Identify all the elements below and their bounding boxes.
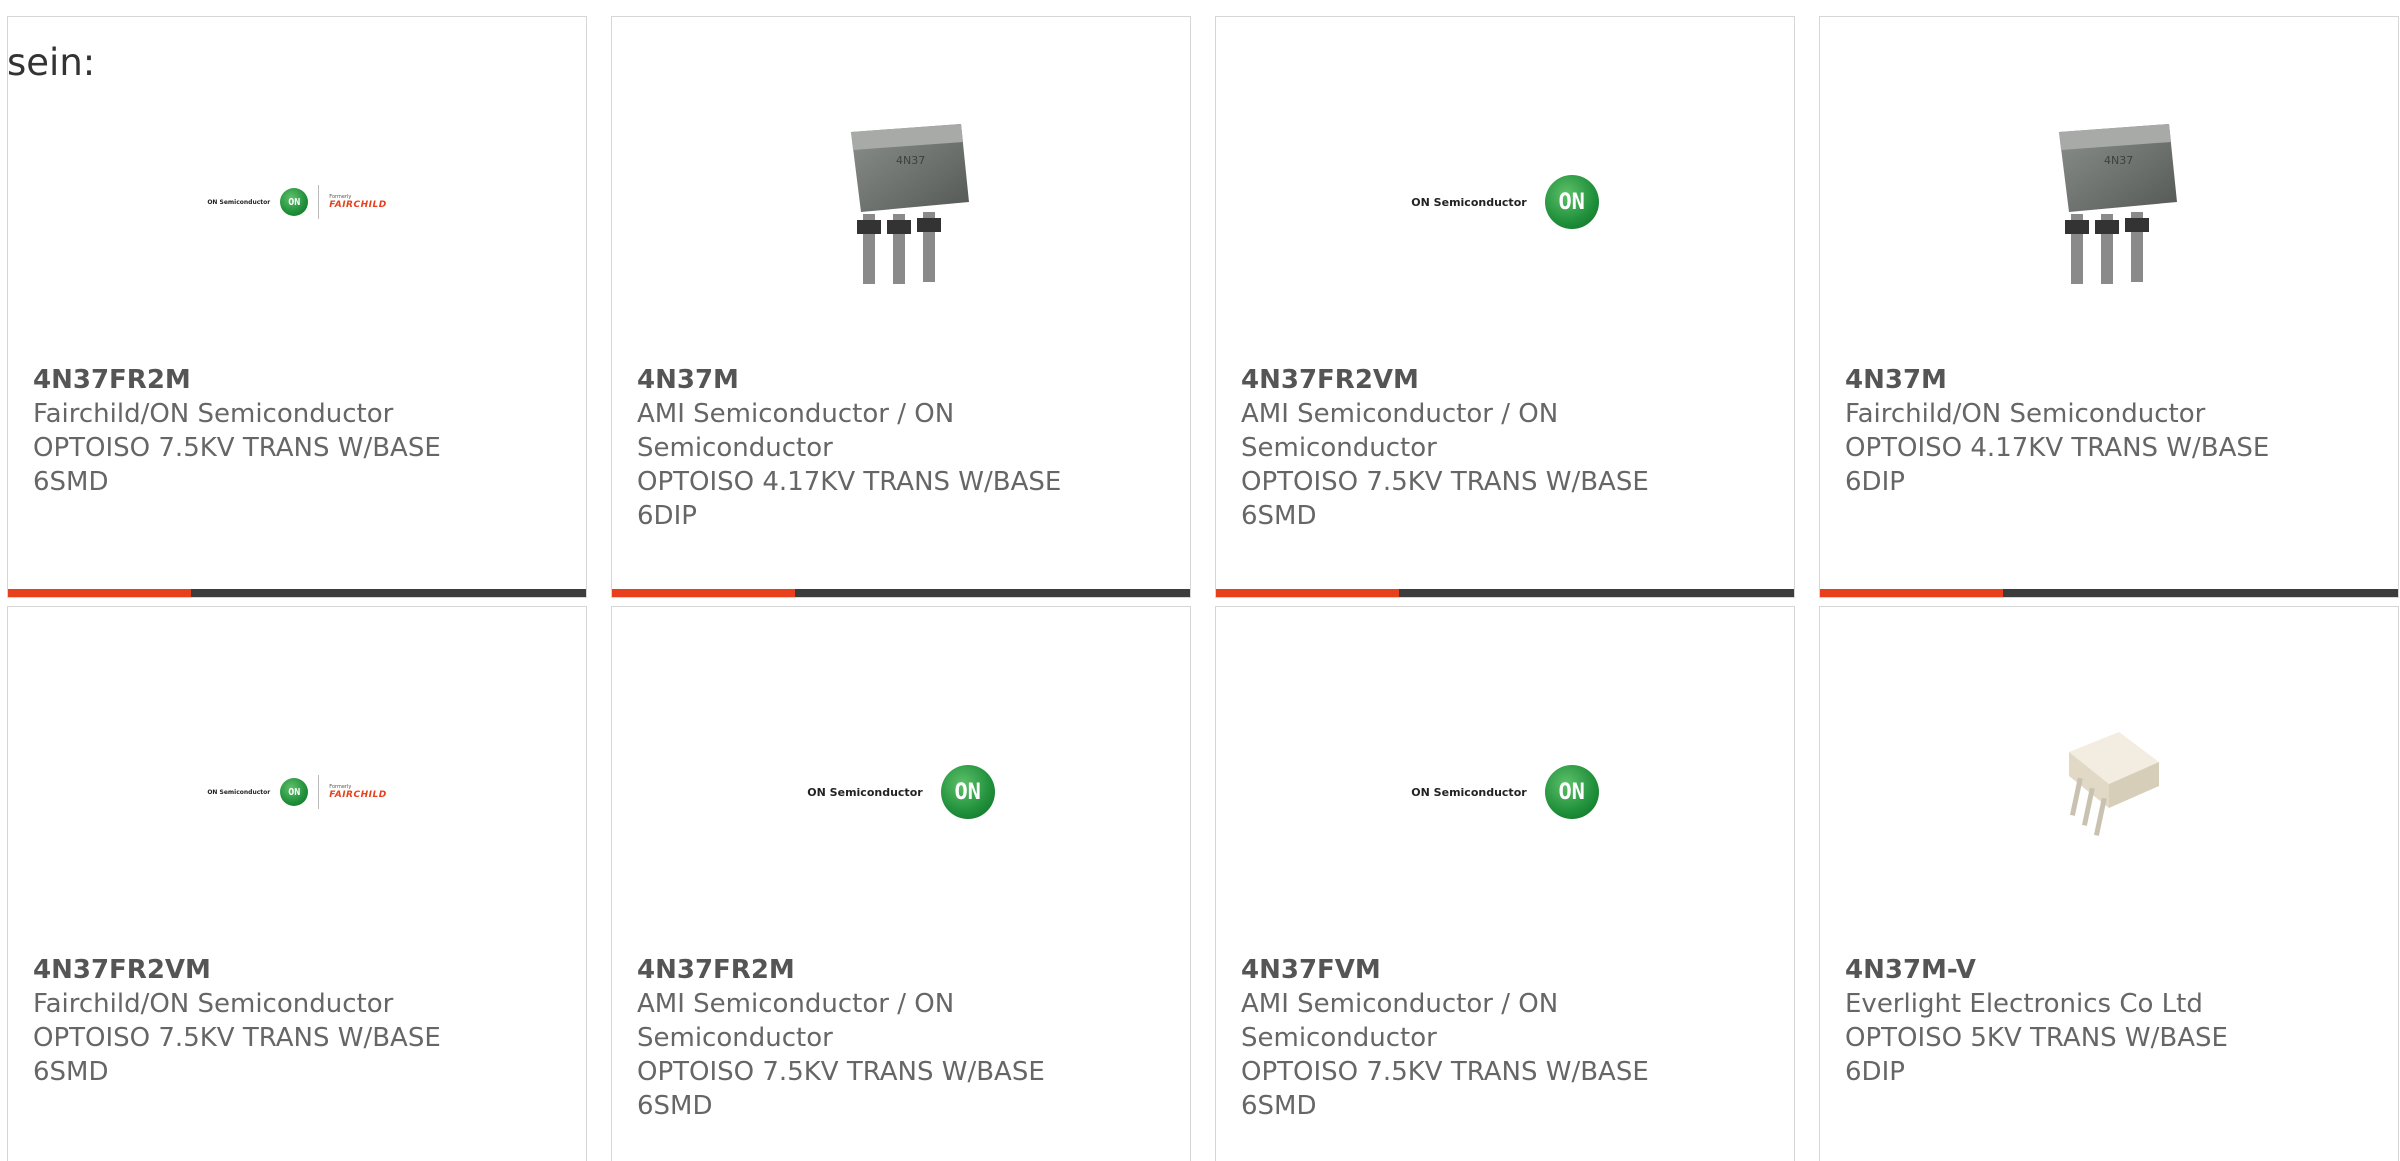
dip-package-photo: 4N37 — [851, 124, 969, 284]
product-card[interactable]: 4N37M-V Everlight Electronics Co Ltd OPTOI… — [1819, 606, 2399, 1161]
product-detail-line: Semiconductor — [1241, 433, 1437, 463]
part-number[interactable]: 4N37M — [637, 363, 1107, 397]
product-detail-line: 6DIP — [1845, 1057, 1905, 1087]
product-detail-line: AMI Semiconductor / ON — [637, 989, 955, 1019]
product-detail-line: AMI Semiconductor / ON — [1241, 399, 1559, 429]
product-detail-line: 6SMD — [33, 1057, 109, 1087]
product-detail-line: 6SMD — [33, 467, 109, 497]
card-bottom-bar — [8, 589, 586, 597]
onsemi-fairchild-logo: ON Semiconductor ON Formerly FAIRCHILD — [207, 185, 386, 219]
product-info: 4N37FR2VM Fairchild/ON Semiconductor OPTOI… — [33, 953, 503, 1089]
product-detail-line: OPTOISO 7.5KV TRANS W/BASE — [33, 1023, 441, 1053]
on-logo-icon: ON — [940, 765, 995, 819]
partial-heading: sein: — [7, 41, 96, 84]
product-info: 4N37FVM AMI Semiconductor / ON Semiconduct… — [1241, 953, 1711, 1123]
card-accent-bar — [8, 589, 191, 597]
product-card[interactable]: ON Semiconductor ON Formerly FAIRCHILD 4N37F… — [7, 16, 587, 598]
product-detail-line: 6DIP — [637, 501, 697, 531]
product-detail-line: 6DIP — [1845, 467, 1905, 497]
product-grid-page: sein: ON Semiconductor ON Formerly FAIRCHIL… — [0, 0, 2400, 1161]
product-card[interactable]: 4N37 4N37M AMI Semiconductor / ON Semicondu… — [611, 16, 1191, 598]
onsemi-logo: ON Semiconductor ON — [1411, 175, 1599, 229]
card-accent-bar — [1820, 589, 2003, 597]
dip-package-photo: 4N37 — [2059, 124, 2177, 284]
product-info: 4N37M-V Everlight Electronics Co Ltd OPTOI… — [1845, 953, 2315, 1089]
card-accent-bar — [1216, 589, 1399, 597]
product-detail-line: Semiconductor — [637, 433, 833, 463]
onsemi-logo: ON Semiconductor ON — [807, 765, 995, 819]
product-detail-line: OPTOISO 7.5KV TRANS W/BASE — [637, 1057, 1045, 1087]
product-image[interactable]: ON Semiconductor ON Formerly FAIRCHILD — [8, 77, 586, 327]
part-number[interactable]: 4N37FR2VM — [33, 953, 503, 987]
chip-marking: 4N37 — [896, 154, 925, 167]
card-bottom-bar — [1216, 589, 1794, 597]
product-image[interactable]: ON Semiconductor ON — [1216, 77, 1794, 327]
product-image[interactable] — [1820, 667, 2398, 917]
chip-marking: 4N37 — [2104, 154, 2133, 167]
fairchild-wordmark: FAIRCHILD — [329, 200, 387, 210]
product-detail-line: OPTOISO 7.5KV TRANS W/BASE — [1241, 1057, 1649, 1087]
on-logo-icon: ON — [1544, 175, 1599, 229]
product-image[interactable]: 4N37 — [1820, 77, 2398, 327]
product-image[interactable]: ON Semiconductor ON — [612, 667, 1190, 917]
product-detail-line: OPTOISO 7.5KV TRANS W/BASE — [33, 433, 441, 463]
part-number[interactable]: 4N37FR2M — [637, 953, 1107, 987]
product-detail-line: Fairchild/ON Semiconductor — [33, 989, 394, 1019]
product-detail-line: Semiconductor — [637, 1023, 833, 1053]
part-number[interactable]: 4N37M-V — [1845, 953, 2315, 987]
product-card[interactable]: ON Semiconductor ON Formerly FAIRCHILD 4N37F… — [7, 606, 587, 1161]
part-number[interactable]: 4N37M — [1845, 363, 2315, 397]
product-card[interactable]: 4N37 4N37M Fairchild/ON Semiconductor OPTOI… — [1819, 16, 2399, 598]
onsemi-wordmark: ON Semiconductor — [1411, 195, 1527, 209]
product-detail-line: AMI Semiconductor / ON — [1241, 989, 1559, 1019]
product-info: 4N37FR2VM AMI Semiconductor / ON Semicondu… — [1241, 363, 1711, 533]
card-bottom-bar — [1820, 589, 2398, 597]
product-detail-line: OPTOISO 4.17KV TRANS W/BASE — [1845, 433, 2270, 463]
product-detail-line: 6SMD — [637, 1091, 713, 1121]
onsemi-wordmark: ON Semiconductor — [807, 785, 923, 799]
product-image[interactable]: ON Semiconductor ON — [1216, 667, 1794, 917]
logo-divider — [318, 775, 320, 809]
onsemi-wordmark: ON Semiconductor — [207, 198, 271, 206]
product-card[interactable]: ON Semiconductor ON 4N37FR2M AMI Semiconduc… — [611, 606, 1191, 1161]
fairchild-logo: Formerly FAIRCHILD — [329, 784, 386, 800]
on-logo-icon: ON — [1544, 765, 1599, 819]
product-image[interactable]: 4N37 — [612, 77, 1190, 327]
part-number[interactable]: 4N37FVM — [1241, 953, 1711, 987]
product-detail-line: Semiconductor — [1241, 1023, 1437, 1053]
card-accent-bar — [612, 589, 795, 597]
product-info: 4N37FR2M AMI Semiconductor / ON Semiconduc… — [637, 953, 1107, 1123]
white-dip-package-photo — [2069, 732, 2159, 836]
product-info: 4N37M AMI Semiconductor / ON Semiconductor… — [637, 363, 1107, 533]
product-detail-line: OPTOISO 5KV TRANS W/BASE — [1845, 1023, 2228, 1053]
product-detail-line: Fairchild/ON Semiconductor — [1845, 399, 2206, 429]
product-image[interactable]: ON Semiconductor ON Formerly FAIRCHILD — [8, 667, 586, 917]
fairchild-logo: Formerly FAIRCHILD — [329, 194, 386, 210]
product-detail-line: 6SMD — [1241, 1091, 1317, 1121]
product-card[interactable]: ON Semiconductor ON 4N37FVM AMI Semiconduct… — [1215, 606, 1795, 1161]
product-info: 4N37FR2M Fairchild/ON Semiconductor OPTOIS… — [33, 363, 503, 499]
onsemi-fairchild-logo: ON Semiconductor ON Formerly FAIRCHILD — [207, 775, 386, 809]
fairchild-wordmark: FAIRCHILD — [329, 790, 387, 800]
part-number[interactable]: 4N37FR2M — [33, 363, 503, 397]
product-detail-line: Fairchild/ON Semiconductor — [33, 399, 394, 429]
product-detail-line: OPTOISO 7.5KV TRANS W/BASE — [1241, 467, 1649, 497]
onsemi-logo: ON Semiconductor ON — [1411, 765, 1599, 819]
on-logo-icon: ON — [280, 188, 309, 216]
logo-divider — [318, 185, 320, 219]
onsemi-wordmark: ON Semiconductor — [207, 788, 271, 796]
product-detail-line: 6SMD — [1241, 501, 1317, 531]
on-logo-icon: ON — [280, 778, 309, 806]
product-detail-line: AMI Semiconductor / ON — [637, 399, 955, 429]
product-info: 4N37M Fairchild/ON Semiconductor OPTOISO 4… — [1845, 363, 2315, 499]
card-bottom-bar — [612, 589, 1190, 597]
product-detail-line: OPTOISO 4.17KV TRANS W/BASE — [637, 467, 1062, 497]
onsemi-wordmark: ON Semiconductor — [1411, 785, 1527, 799]
part-number[interactable]: 4N37FR2VM — [1241, 363, 1711, 397]
product-card[interactable]: ON Semiconductor ON 4N37FR2VM AMI Semicondu… — [1215, 16, 1795, 598]
product-detail-line: Everlight Electronics Co Ltd — [1845, 989, 2203, 1019]
